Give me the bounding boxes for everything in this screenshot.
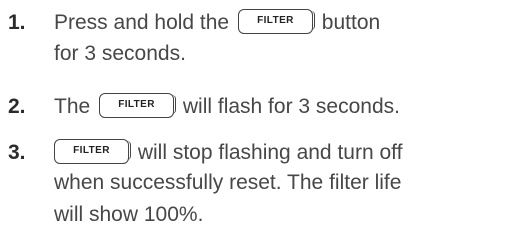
filter-button-icon: FILTER: [99, 93, 177, 118]
step-3-line-3: will show 100%.: [54, 203, 204, 226]
step-3-line-1: FILTER will stop flashing and turn off: [51, 139, 403, 166]
step-number: 3.: [8, 141, 26, 164]
step-text: will stop flashing and turn off: [132, 141, 403, 165]
step-1-line-1: Press and hold the FILTER button: [54, 9, 381, 36]
step-text: button: [315, 11, 381, 35]
step-1-line-2: for 3 seconds.: [54, 42, 186, 65]
step-text: Press and hold the: [54, 11, 235, 35]
step-text: The: [54, 95, 97, 119]
step-text: will flash for 3 seconds.: [177, 95, 400, 119]
step-3-line-2: when successfully reset. The filter life: [54, 171, 402, 194]
step-2-line-1: The FILTER will flash for 3 seconds.: [54, 93, 400, 120]
filter-button-icon: FILTER: [237, 9, 315, 34]
step-number: 2.: [8, 95, 26, 118]
filter-button-icon: FILTER: [54, 139, 131, 164]
step-number: 1.: [8, 11, 26, 34]
